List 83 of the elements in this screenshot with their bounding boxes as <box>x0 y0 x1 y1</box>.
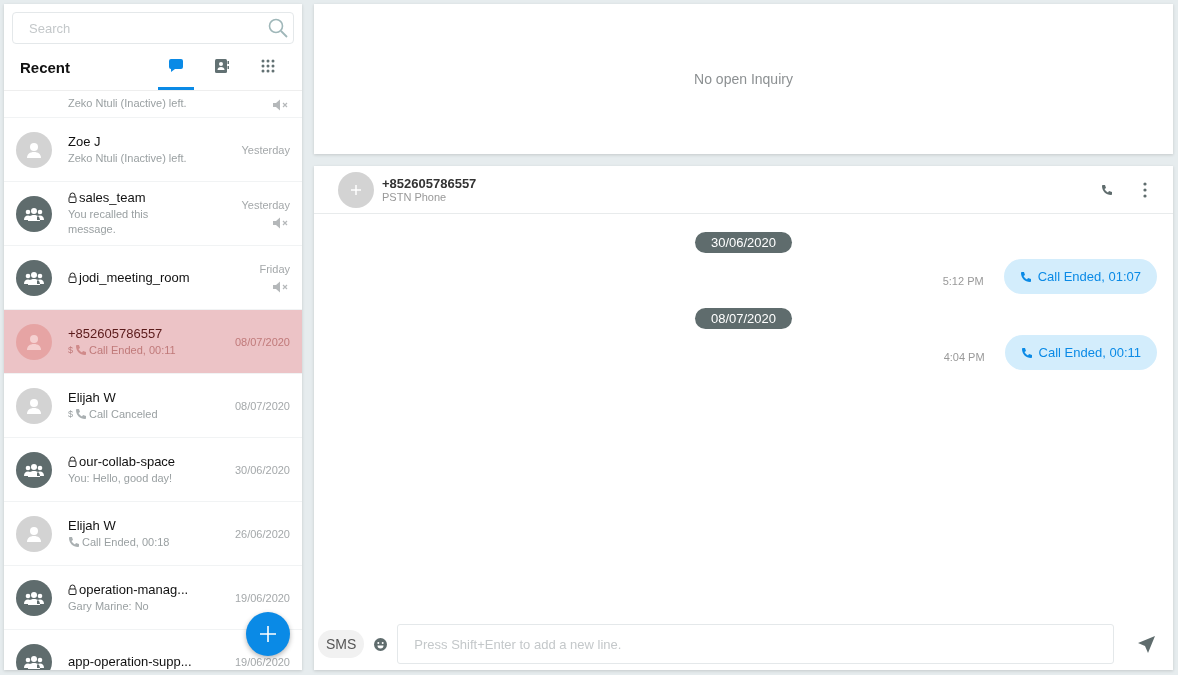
conversation-time: 19/06/2020 <box>234 591 290 604</box>
message-preview: Gary Marine: No <box>68 598 149 614</box>
conversation-time: Yesterday <box>241 143 290 156</box>
conversation-name: +852605786557 <box>68 325 163 341</box>
person-icon <box>25 396 43 415</box>
conversation-item[interactable]: Elijah W Call Ended, 00:18 26/06/2020 <box>4 502 302 565</box>
conversation-item[interactable]: sales_team You recalled this message. Yesterday <box>4 182 302 245</box>
empty-inquiry-text: No open Inquiry <box>694 71 793 87</box>
search-icon <box>268 18 288 38</box>
conversation-item[interactable]: app-operation-supp... 19/06/2020 <box>4 630 302 670</box>
conversation-item[interactable]: operation-manag... Gary Marine: No 19/06/2020 <box>4 566 302 629</box>
conversation-name: our-collab-space <box>79 453 176 469</box>
group-icon <box>24 462 44 477</box>
message-time: 5:12 PM <box>942 274 984 287</box>
call-icon <box>1020 346 1033 359</box>
message-preview: You recalled this message. <box>68 207 150 237</box>
send-button[interactable] <box>1136 633 1157 655</box>
lock-icon <box>68 272 77 283</box>
conversation-time: 08/07/2020 <box>234 335 290 348</box>
message-input[interactable]: Press Shift+Enter to add a new line. <box>397 624 1114 664</box>
conversation-name: Zoe J <box>68 133 101 149</box>
emoji-button[interactable] <box>372 635 390 653</box>
muted-speaker-icon <box>272 99 290 111</box>
message-preview: Call Ended, 00:18 <box>82 534 170 550</box>
person-icon <box>25 140 43 159</box>
grid-icon <box>261 58 275 73</box>
conversation-time: 19/06/2020 <box>234 655 290 668</box>
conversation-time: 26/06/2020 <box>234 527 290 540</box>
chat-icon <box>169 59 183 72</box>
conversation-time: 30/06/2020 <box>234 463 290 476</box>
plus-icon <box>351 184 361 195</box>
sms-toggle[interactable]: SMS <box>318 630 365 658</box>
call-icon <box>75 408 87 420</box>
charge-mark: $ <box>68 407 73 421</box>
message-preview: Zeko Ntuli (Inactive) left. <box>68 150 187 166</box>
conversation-item[interactable]: Elijah W $ Call Canceled 08/07/2020 <box>4 374 302 437</box>
muted-speaker-icon <box>272 280 290 293</box>
message-time: 4:04 PM <box>943 350 985 363</box>
phone-icon <box>1101 183 1113 196</box>
message-preview: Zeko Ntuli (Inactive) left. <box>68 96 187 111</box>
search-field[interactable]: Search <box>12 12 294 44</box>
conversation-time: Friday <box>259 262 290 275</box>
conversation-name: sales_team <box>79 190 146 205</box>
contact-name: +852605786557 <box>382 176 478 191</box>
date-divider: 08/07/2020 <box>694 308 793 329</box>
call-icon <box>75 344 87 356</box>
contact-book-icon <box>215 58 229 73</box>
plus-icon <box>259 625 277 643</box>
date-divider: 30/06/2020 <box>694 232 793 253</box>
conversation-item[interactable]: our-collab-space You: Hello, good day! 30/06/2020 <box>4 438 302 501</box>
lock-icon <box>68 583 77 595</box>
call-icon <box>68 536 80 548</box>
charge-mark: $ <box>68 343 73 357</box>
recent-title: Recent <box>20 58 72 76</box>
smiley-icon <box>374 637 388 651</box>
conversation-time: Yesterday <box>241 198 290 211</box>
person-icon <box>25 524 43 543</box>
call-message: Call Ended, 00:11 <box>1004 335 1157 370</box>
conversation-item[interactable]: +852605786557 $ Call Ended, 00:11 08/07/2020 <box>4 310 302 373</box>
conversation-name: operation-manag... <box>79 581 189 597</box>
lock-icon <box>68 192 77 203</box>
conversation-name: Elijah W <box>68 517 116 533</box>
call-message: Call Ended, 01:07 <box>1003 259 1157 294</box>
group-icon <box>24 654 44 669</box>
group-icon <box>24 270 44 285</box>
conversation-name: Elijah W <box>68 389 116 405</box>
lock-icon <box>68 455 77 467</box>
contact-type: PSTN Phone <box>382 191 448 203</box>
message-preview: Call Ended, 00:11 <box>89 342 176 358</box>
conversation-name: app-operation-supp... <box>68 654 192 669</box>
muted-speaker-icon <box>272 216 290 229</box>
group-icon <box>24 590 44 605</box>
conversation-name: jodi_meeting_room <box>79 270 190 285</box>
send-icon <box>1138 635 1155 653</box>
conversation-item[interactable]: jodi_meeting_room Friday <box>4 246 302 309</box>
group-icon <box>24 206 44 221</box>
conversation-time: 08/07/2020 <box>234 399 290 412</box>
message-preview: You: Hello, good day! <box>68 470 173 486</box>
conversation-item[interactable]: Zoe J Zeko Ntuli (Inactive) left. Yesterday <box>4 118 302 181</box>
call-icon <box>1019 270 1032 283</box>
person-icon <box>25 332 43 351</box>
message-preview: Call Canceled <box>89 406 158 422</box>
more-icon <box>1143 181 1147 198</box>
